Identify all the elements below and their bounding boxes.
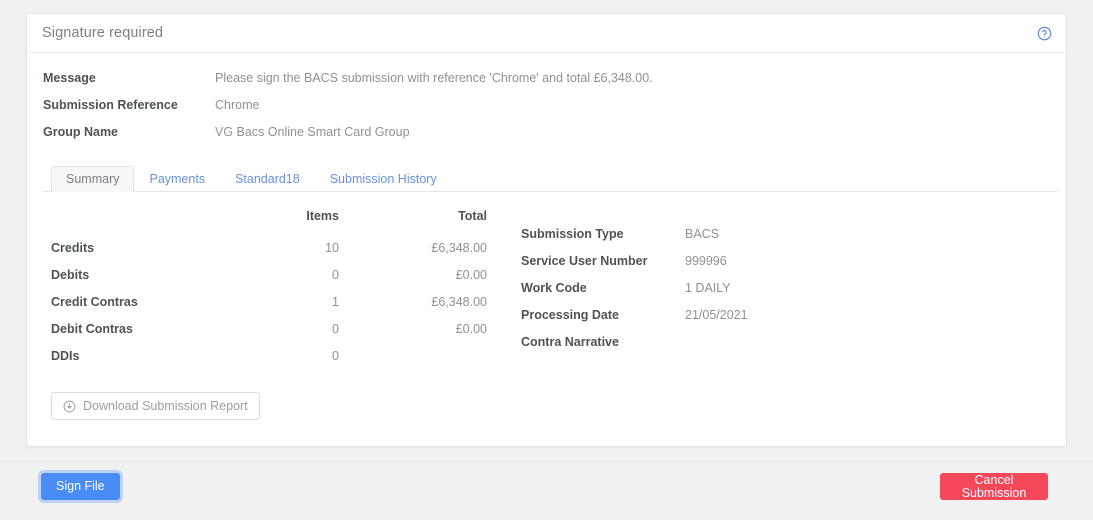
row-total: £6,348.00 bbox=[431, 241, 487, 255]
row-items: 1 bbox=[332, 295, 339, 309]
download-button-label: Download Submission Report bbox=[83, 398, 248, 413]
details-column: Submission Type BACS Service User Number… bbox=[521, 205, 1050, 370]
info-value: Chrome bbox=[215, 98, 260, 112]
info-value: VG Bacs Online Smart Card Group bbox=[215, 125, 410, 139]
info-row-submission-reference: Submission Reference Chrome bbox=[43, 98, 1050, 125]
info-row-group-name: Group Name VG Bacs Online Smart Card Gro… bbox=[43, 125, 1050, 152]
download-submission-report-button[interactable]: Download Submission Report bbox=[51, 392, 260, 420]
detail-label: Submission Type bbox=[521, 227, 624, 241]
tab-payments[interactable]: Payments bbox=[134, 166, 220, 192]
info-row-message: Message Please sign the BACS submission … bbox=[43, 71, 1050, 98]
tab-bar: Summary Payments Standard18 Submission H… bbox=[43, 166, 1057, 192]
footer-bar: Sign File Cancel Submission bbox=[0, 461, 1093, 520]
totals-table: Items Total Credits 10 £6,348.00 Debits … bbox=[51, 205, 487, 370]
row-label: Debit Contras bbox=[51, 322, 133, 336]
sign-file-button[interactable]: Sign File bbox=[41, 473, 120, 500]
help-circle-icon[interactable] bbox=[1037, 26, 1052, 41]
detail-value: 1 DAILY bbox=[685, 281, 731, 295]
totals-column: Items Total Credits 10 £6,348.00 Debits … bbox=[51, 205, 521, 370]
signature-required-card: Signature required Message Please sign t… bbox=[26, 13, 1067, 447]
detail-value: BACS bbox=[685, 227, 720, 241]
row-items: 0 bbox=[332, 322, 339, 336]
column-header-items: Items bbox=[306, 209, 339, 223]
detail-row-processing-date: Processing Date 21/05/2021 bbox=[521, 308, 1050, 335]
detail-value: 21/05/2021 bbox=[685, 308, 748, 322]
tab-summary[interactable]: Summary bbox=[51, 166, 135, 192]
table-row: Credit Contras 1 £6,348.00 bbox=[51, 289, 487, 316]
cancel-submission-button[interactable]: Cancel Submission bbox=[940, 473, 1048, 500]
row-label: DDIs bbox=[51, 349, 80, 363]
page-title: Signature required bbox=[42, 25, 164, 41]
row-total bbox=[339, 343, 487, 370]
info-label: Submission Reference bbox=[43, 98, 178, 112]
detail-label: Service User Number bbox=[521, 254, 648, 268]
submission-info: Message Please sign the BACS submission … bbox=[43, 71, 1050, 152]
tab-standard18[interactable]: Standard18 bbox=[220, 166, 315, 192]
row-label: Debits bbox=[51, 268, 90, 282]
row-items: 0 bbox=[332, 268, 339, 282]
info-value: Please sign the BACS submission with ref… bbox=[215, 71, 653, 85]
detail-row-service-user-number: Service User Number 999996 bbox=[521, 254, 1050, 281]
detail-value: 999996 bbox=[685, 254, 727, 268]
row-label: Credit Contras bbox=[51, 295, 138, 309]
table-row: Credits 10 £6,348.00 bbox=[51, 235, 487, 262]
row-items: 10 bbox=[325, 241, 339, 255]
column-header-blank bbox=[51, 205, 229, 235]
tab-submission-history[interactable]: Submission History bbox=[315, 166, 452, 192]
row-items: 0 bbox=[332, 349, 339, 363]
download-circle-icon bbox=[63, 400, 76, 413]
info-label: Message bbox=[43, 71, 96, 85]
detail-row-work-code: Work Code 1 DAILY bbox=[521, 281, 1050, 308]
detail-row-contra-narrative: Contra Narrative bbox=[521, 335, 1050, 362]
row-total: £6,348.00 bbox=[431, 295, 487, 309]
row-label: Credits bbox=[51, 241, 95, 255]
table-row: Debits 0 £0.00 bbox=[51, 262, 487, 289]
table-row: DDIs 0 bbox=[51, 343, 487, 370]
row-total: £0.00 bbox=[455, 268, 487, 282]
table-row: Debit Contras 0 £0.00 bbox=[51, 316, 487, 343]
column-header-total: Total bbox=[458, 209, 487, 223]
detail-label: Processing Date bbox=[521, 308, 619, 322]
card-body: Message Please sign the BACS submission … bbox=[27, 53, 1066, 420]
info-label: Group Name bbox=[43, 125, 119, 139]
detail-label: Work Code bbox=[521, 281, 587, 295]
card-header: Signature required bbox=[27, 14, 1066, 53]
summary-panel: Items Total Credits 10 £6,348.00 Debits … bbox=[43, 192, 1050, 370]
row-total: £0.00 bbox=[455, 322, 487, 336]
detail-label: Contra Narrative bbox=[521, 335, 619, 349]
table-header-row: Items Total bbox=[51, 205, 487, 235]
detail-row-submission-type: Submission Type BACS bbox=[521, 227, 1050, 254]
